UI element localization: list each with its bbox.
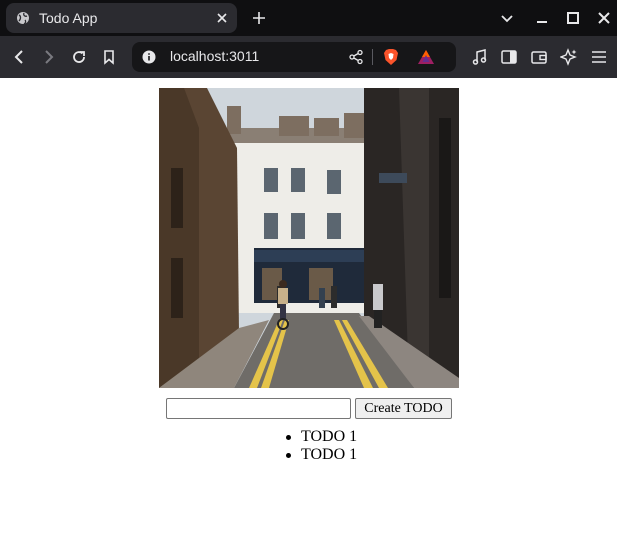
list-item: TODO 1 xyxy=(283,446,357,464)
forward-icon[interactable] xyxy=(40,48,58,66)
leo-ai-icon[interactable] xyxy=(560,48,578,66)
create-todo-button[interactable]: Create TODO xyxy=(355,398,452,419)
bullet-icon xyxy=(286,435,291,440)
minimize-icon[interactable] xyxy=(534,10,550,26)
site-info-icon[interactable] xyxy=(142,50,156,64)
close-window-icon[interactable] xyxy=(596,10,612,26)
list-item: TODO 1 xyxy=(283,428,357,446)
sidebar-icon[interactable] xyxy=(500,48,518,66)
brave-shields-icon[interactable] xyxy=(383,48,399,66)
url-text[interactable]: localhost:3011 xyxy=(170,48,259,64)
reload-icon[interactable] xyxy=(70,48,88,66)
url-separator xyxy=(372,49,373,65)
globe-icon xyxy=(17,12,29,25)
wallet-icon[interactable] xyxy=(530,48,548,66)
media-icon[interactable] xyxy=(471,48,489,66)
todo-text: TODO 1 xyxy=(301,446,358,463)
menu-icon[interactable] xyxy=(590,48,608,66)
navigation-toolbar: localhost:3011 xyxy=(0,36,617,78)
new-tab-icon[interactable] xyxy=(251,10,267,26)
tab-todo-app[interactable]: Todo App xyxy=(6,3,237,33)
tab-list-chevron-down-icon[interactable] xyxy=(499,10,515,26)
maximize-icon[interactable] xyxy=(565,10,581,26)
todo-list: TODO 1 TODO 1 xyxy=(283,428,357,464)
todo-text: TODO 1 xyxy=(301,428,358,445)
page-content: Create TODO TODO 1 TODO 1 xyxy=(0,78,617,537)
close-tab-icon[interactable] xyxy=(215,11,229,25)
back-icon[interactable] xyxy=(10,48,28,66)
share-icon[interactable] xyxy=(348,49,364,65)
street-photo xyxy=(159,88,459,388)
tab-bar: Todo App xyxy=(0,0,617,36)
address-bar[interactable]: localhost:3011 xyxy=(132,42,456,72)
todo-input[interactable] xyxy=(166,398,351,419)
brave-rewards-icon[interactable] xyxy=(417,49,435,65)
bullet-icon xyxy=(286,453,291,458)
tab-title: Todo App xyxy=(39,10,98,26)
bookmark-icon[interactable] xyxy=(100,48,118,66)
